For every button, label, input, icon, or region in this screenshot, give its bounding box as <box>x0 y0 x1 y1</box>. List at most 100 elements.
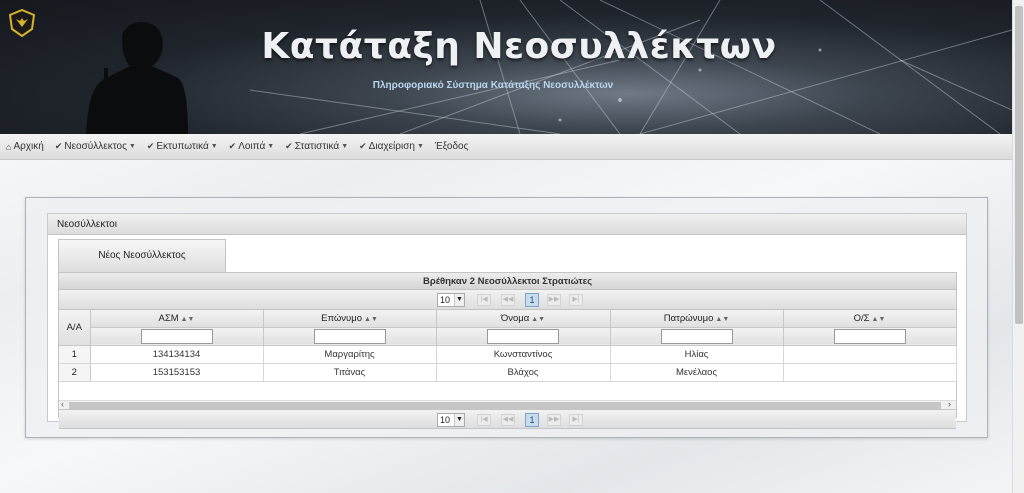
check-icon: ✔ <box>359 141 367 151</box>
column-header-rownum: Α/Α <box>59 310 91 346</box>
nav-item-label: Έξοδος <box>434 141 469 152</box>
rows-per-page-select[interactable]: 10 ▼ <box>437 413 465 427</box>
sort-icon: ▲▼ <box>715 315 730 323</box>
nav-item-label: Διαχείριση <box>368 141 415 152</box>
nav-item-label: Αρχική <box>13 141 44 152</box>
page-subtitle: Πληροφοριακό Σύστημα Κατάταξης Νεοσυλλέκ… <box>372 80 614 91</box>
nav-item-statistics[interactable]: ✔ Στατιστικά ▼ <box>285 141 348 152</box>
row-number: 2 <box>59 363 91 382</box>
nav-item-label: Νεοσύλλεκτος <box>64 141 127 152</box>
column-header-name[interactable]: Όνομα ▲▼ <box>436 310 611 328</box>
next-page-button[interactable]: ▶▶ <box>547 294 561 306</box>
cell-name: Κωνσταντίνος <box>436 345 611 364</box>
caret-down-icon: ▼ <box>416 143 424 150</box>
cell-father: Ηλίας <box>610 345 784 364</box>
cell-unit <box>783 345 957 364</box>
column-header-label: Ο/Σ <box>853 312 870 324</box>
nav-item-prints[interactable]: ✔ Εκτυπωτικά ▼ <box>147 141 218 152</box>
caret-down-icon: ▼ <box>210 143 218 150</box>
column-header-surname[interactable]: Επώνυμο ▲▼ <box>263 310 437 328</box>
scrollbar-thumb[interactable] <box>69 402 941 409</box>
pager-top: 10 ▼ |◀ ◀◀ 1 ▶▶ ▶| <box>59 290 956 310</box>
new-recruit-button[interactable]: Νέος Νεοσύλλεκτος <box>58 239 226 272</box>
filter-surname-input[interactable] <box>313 328 386 344</box>
column-header-unit[interactable]: Ο/Σ ▲▼ <box>783 310 957 328</box>
last-page-button[interactable]: ▶| <box>569 414 583 426</box>
column-header-asm[interactable]: ΑΣΜ ▲▼ <box>90 310 264 328</box>
column-header-label: Επώνυμο <box>321 312 363 324</box>
column-header-label: ΑΣΜ <box>158 312 179 324</box>
column-header-father[interactable]: Πατρώνυμο ▲▼ <box>610 310 784 328</box>
filter-cell-asm <box>90 327 264 346</box>
rows-per-page-value: 10 <box>440 415 451 425</box>
cell-father: Μενέλαος <box>610 363 784 382</box>
caret-down-icon: ▼ <box>341 143 349 150</box>
filter-cell-name <box>436 327 611 346</box>
cell-surname: Μαργαρίτης <box>263 345 437 364</box>
check-icon: ✔ <box>54 141 63 151</box>
cell-unit <box>783 363 957 382</box>
content-frame: Νεοσύλλεκτοι Νέος Νεοσύλλεκτος Βρέθηκαν … <box>25 197 988 438</box>
sort-icon: ▲▼ <box>180 315 195 323</box>
sort-icon: ▲▼ <box>364 315 378 323</box>
prev-page-button[interactable]: ◀◀ <box>501 414 515 426</box>
column-header-label: Πατρώνυμο <box>663 312 714 324</box>
check-icon: ✔ <box>228 141 237 151</box>
next-page-button[interactable]: ▶▶ <box>547 414 561 426</box>
cell-name: Βλάχος <box>436 363 611 382</box>
rows-per-page-select[interactable]: 10 ▼ <box>437 293 465 307</box>
nav-item-label: Λοιπά <box>238 141 266 152</box>
filter-father-input[interactable] <box>660 328 733 344</box>
table-row[interactable]: 2 153153153 Τιτάνας Βλάχος Μενέλαος <box>59 363 957 382</box>
recruits-grid: Βρέθηκαν 2 Νεοσύλλεκτοι Στρατιώτες 10 ▼ … <box>58 272 957 429</box>
page-title: Κατάταξη Νεοσυλλέκτων <box>261 26 777 67</box>
cell-asm: 134134134 <box>90 345 264 364</box>
nav-item-home[interactable]: ⌂ Αρχική <box>6 141 44 152</box>
chevron-down-icon: ▼ <box>454 414 464 426</box>
caret-down-icon: ▼ <box>267 143 275 150</box>
current-page[interactable]: 1 <box>525 413 539 427</box>
table-row[interactable]: 1 134134134 Μαργαρίτης Κωνσταντίνος Ηλία… <box>59 345 957 364</box>
chevron-down-icon: ▼ <box>454 294 464 306</box>
filter-cell-unit <box>783 327 957 346</box>
panel-title: Νεοσύλλεκτοι <box>48 214 966 235</box>
sort-icon: ▲▼ <box>871 315 886 323</box>
home-icon: ⌂ <box>6 141 12 152</box>
check-icon: ✔ <box>146 141 155 151</box>
pager-bottom: 10 ▼ |◀ ◀◀ 1 ▶▶ ▶| <box>59 409 956 429</box>
current-page[interactable]: 1 <box>525 293 539 307</box>
nav-item-label: Στατιστικά <box>294 141 340 152</box>
last-page-button[interactable]: ▶| <box>569 294 583 306</box>
main-navbar: ⌂ Αρχική ✔ Νεοσύλλεκτος ▼ ✔ Εκτυπωτικά ▼… <box>0 134 1012 160</box>
nav-item-admin[interactable]: ✔ Διαχείριση ▼ <box>359 141 424 152</box>
recruits-panel: Νεοσύλλεκτοι Νέος Νεοσύλλεκτος Βρέθηκαν … <box>47 213 967 429</box>
cell-asm: 153153153 <box>90 363 264 382</box>
grid-caption: Βρέθηκαν 2 Νεοσύλλεκτοι Στρατιώτες <box>59 273 956 290</box>
filter-cell-father <box>610 327 784 346</box>
first-page-button[interactable]: |◀ <box>477 414 491 426</box>
row-number: 1 <box>59 345 91 364</box>
rows-per-page-value: 10 <box>440 295 451 305</box>
horizontal-scrollbar[interactable]: ‹ › <box>59 399 956 409</box>
check-icon: ✔ <box>285 141 293 151</box>
sort-icon: ▲▼ <box>531 315 546 323</box>
filter-name-input[interactable] <box>487 328 559 344</box>
prev-page-button[interactable]: ◀◀ <box>501 294 515 306</box>
filter-asm-input[interactable] <box>140 328 213 344</box>
column-header-label: Όνομα <box>500 312 530 324</box>
filter-unit-input[interactable] <box>833 328 906 344</box>
nav-item-logout[interactable]: Έξοδος <box>435 141 469 152</box>
scroll-right-icon[interactable]: › <box>948 399 951 409</box>
first-page-button[interactable]: |◀ <box>477 294 491 306</box>
filter-cell-surname <box>263 327 437 346</box>
recruits-table: Α/Α ΑΣΜ ▲▼ Επώνυμο ▲▼ Όνομα ▲▼ Πατρώνυμο ▲▼ … <box>59 310 957 382</box>
nav-item-misc[interactable]: ✔ Λοιπά ▼ <box>229 141 275 152</box>
scroll-left-icon[interactable]: ‹ <box>61 399 64 409</box>
scrollbar-thumb[interactable] <box>1015 6 1023 324</box>
caret-down-icon: ▼ <box>128 143 136 150</box>
nav-item-label: Εκτυπωτικά <box>156 141 209 152</box>
cell-surname: Τιτάνας <box>263 363 437 382</box>
vertical-scrollbar[interactable] <box>1012 0 1024 493</box>
header-banner: Κατάταξη Νεοσυλλέκτων Πληροφοριακό Σύστη… <box>0 0 1012 134</box>
nav-item-recruit[interactable]: ✔ Νεοσύλλεκτος ▼ <box>55 141 136 152</box>
